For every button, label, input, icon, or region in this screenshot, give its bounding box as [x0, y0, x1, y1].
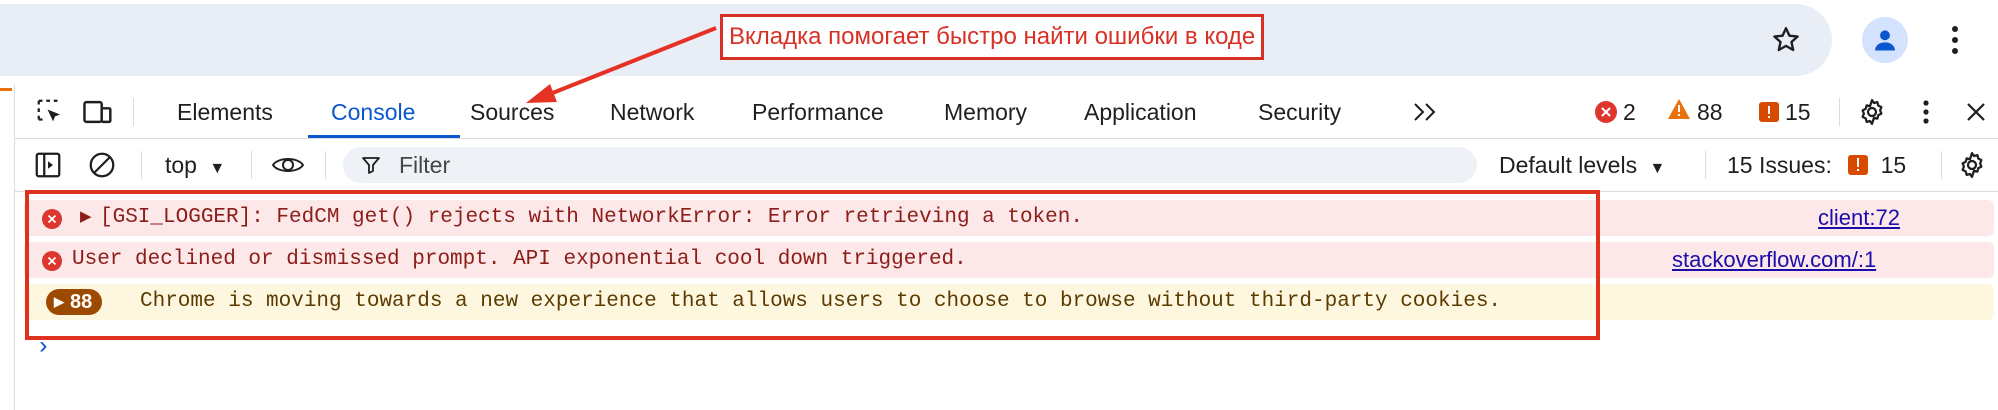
error-count: 2	[1623, 98, 1636, 125]
caret-down-icon: ▼	[209, 160, 226, 177]
error-counter[interactable]: 2	[1595, 98, 1636, 126]
gear-icon[interactable]	[1855, 95, 1889, 129]
issues-label: 15 Issues:	[1727, 152, 1832, 178]
page-load-indicator	[0, 88, 12, 91]
issue-icon	[1759, 102, 1779, 122]
tab-network[interactable]: Network	[610, 84, 694, 138]
filter-icon	[362, 157, 380, 174]
inspect-element-icon[interactable]	[33, 95, 67, 129]
device-toolbar-icon[interactable]	[81, 95, 115, 129]
divider	[1839, 98, 1840, 126]
context-selector[interactable]: top ▼	[165, 139, 225, 191]
kebab-menu-icon[interactable]	[1940, 18, 1970, 62]
close-icon[interactable]	[1959, 95, 1993, 129]
tab-console[interactable]: Console	[331, 84, 415, 138]
divider	[325, 151, 326, 179]
console-settings-icon[interactable]	[1955, 148, 1989, 182]
warning-icon	[1667, 98, 1691, 126]
tab-sources[interactable]: Sources	[470, 84, 554, 138]
log-levels-label: Default levels	[1499, 152, 1638, 178]
active-tab-indicator	[308, 135, 460, 138]
star-icon[interactable]	[1764, 18, 1808, 62]
issues-count: 15	[1785, 98, 1811, 125]
annotation-label: Вкладка помогает быстро найти ошибки в к…	[720, 14, 1265, 60]
issues-counter[interactable]: 15	[1759, 98, 1811, 126]
eye-icon[interactable]	[271, 148, 305, 182]
source-link[interactable]: client:72	[1818, 200, 1900, 236]
issues-button[interactable]: 15 Issues: 15	[1727, 139, 1906, 191]
warning-count: 88	[1697, 98, 1723, 125]
tab-security[interactable]: Security	[1258, 84, 1341, 138]
tab-application[interactable]: Application	[1084, 84, 1197, 138]
kebab-menu-icon[interactable]	[1909, 95, 1943, 129]
issue-icon	[1848, 154, 1869, 175]
divider	[141, 151, 142, 179]
issues-count: 15	[1880, 152, 1907, 178]
divider	[251, 151, 252, 179]
console-toolbar: top ▼ Filter Default levels ▼ 15 Issues:…	[15, 139, 1998, 192]
tab-performance[interactable]: Performance	[752, 84, 884, 138]
filter-placeholder: Filter	[399, 152, 451, 178]
source-link[interactable]: stackoverflow.com/:1	[1672, 242, 1876, 278]
chevron-double-right-icon[interactable]	[1409, 95, 1443, 129]
warning-counter[interactable]: 88	[1667, 98, 1723, 126]
filter-input[interactable]: Filter	[343, 147, 1477, 183]
tab-memory[interactable]: Memory	[944, 84, 1027, 138]
highlight-frame	[25, 190, 1600, 340]
caret-down-icon: ▼	[1649, 160, 1666, 177]
divider	[133, 98, 134, 126]
divider	[1941, 151, 1942, 179]
context-label: top	[165, 152, 197, 178]
devtools-tabbar: Elements Console Sources Network Perform…	[15, 84, 1998, 139]
error-icon	[1595, 101, 1617, 123]
tab-elements[interactable]: Elements	[177, 84, 273, 138]
console-prompt[interactable]: ›	[36, 334, 50, 361]
sidebar-toggle-icon[interactable]	[31, 148, 65, 182]
clear-console-icon[interactable]	[85, 148, 119, 182]
account-icon[interactable]	[1862, 17, 1908, 63]
log-levels-dropdown[interactable]: Default levels ▼	[1499, 139, 1665, 191]
divider	[1705, 151, 1706, 179]
